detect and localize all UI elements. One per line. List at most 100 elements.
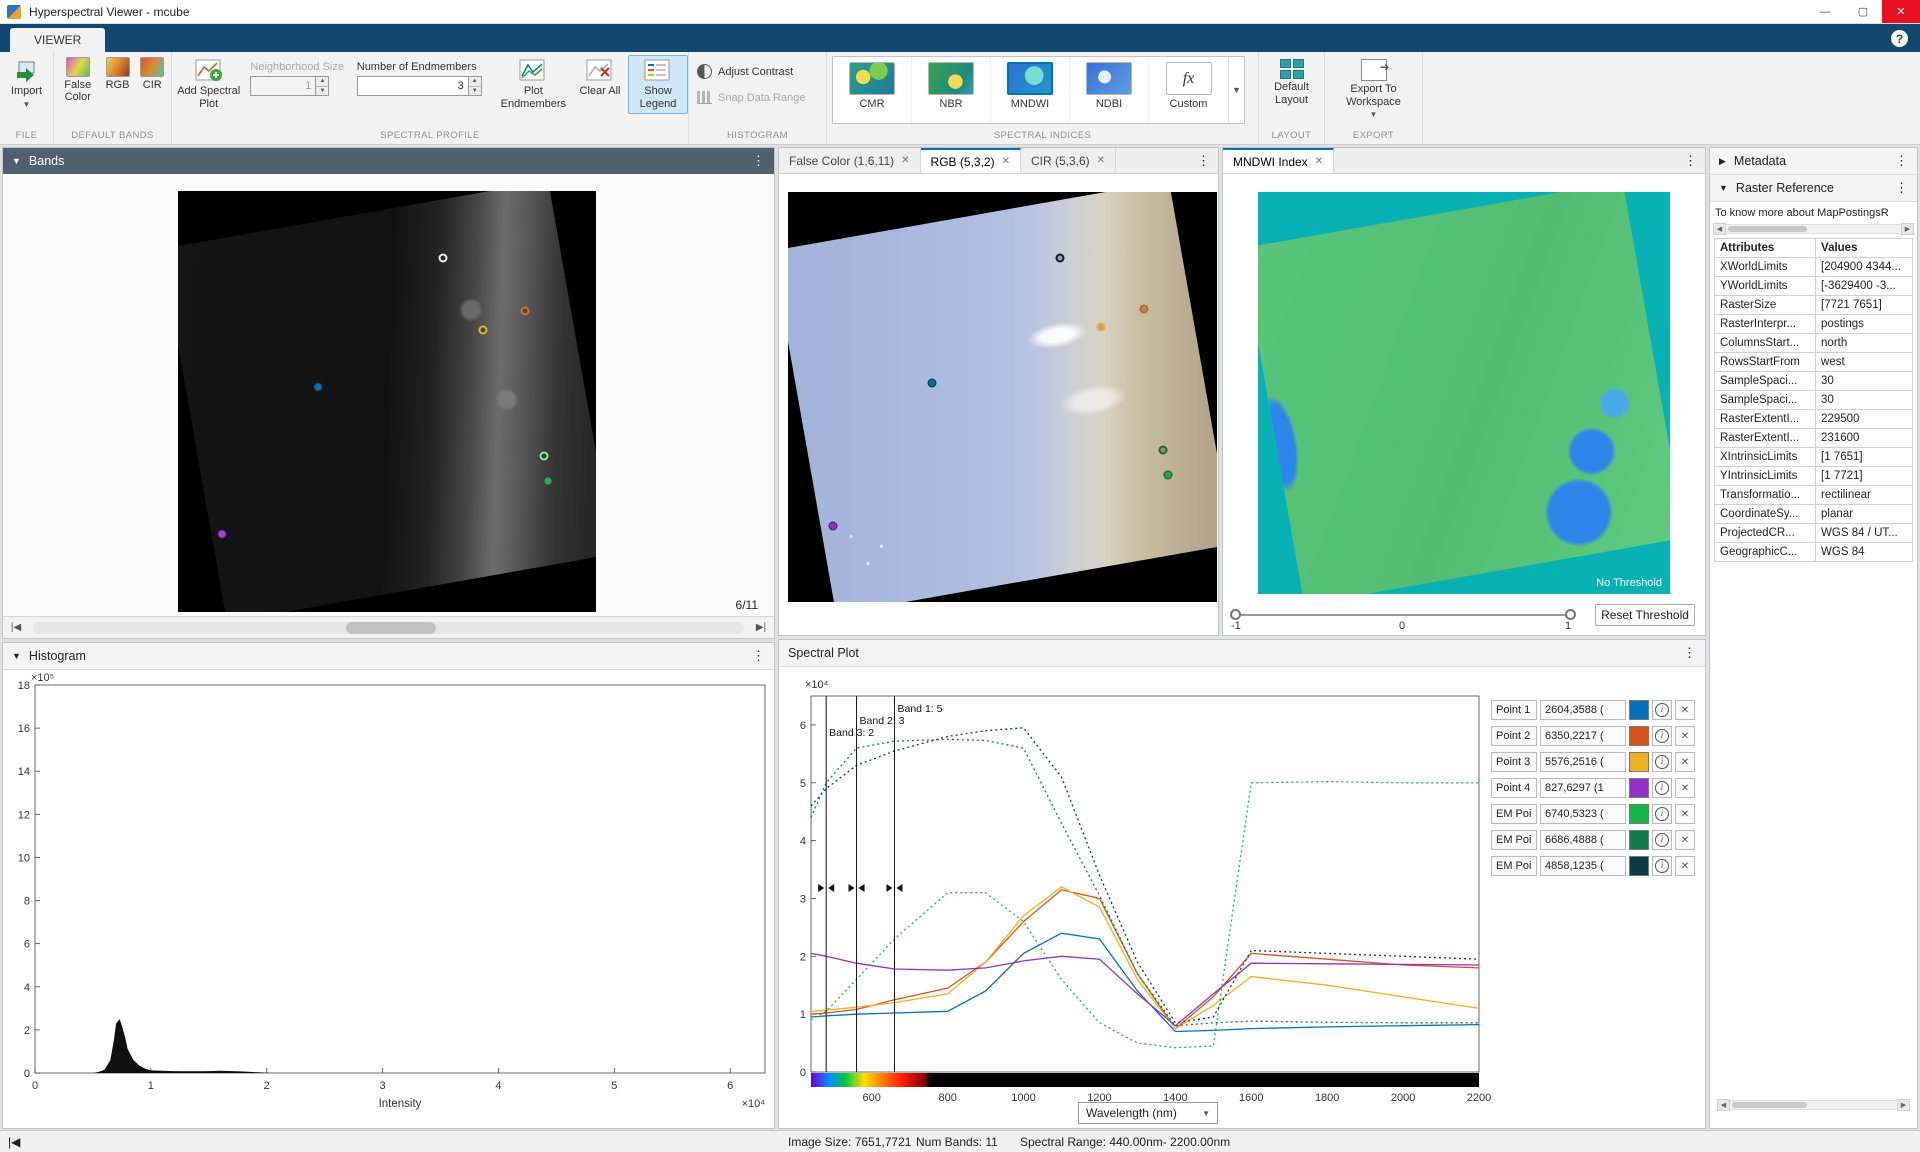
legend-color-swatch[interactable] bbox=[1629, 778, 1649, 798]
gallery-item-ndbi[interactable]: NDBI bbox=[1070, 57, 1149, 123]
raster-table-row[interactable]: RasterExtentI...229500 bbox=[1715, 410, 1913, 429]
legend-info-button[interactable]: i bbox=[1652, 700, 1672, 720]
rgb-button[interactable]: RGB bbox=[102, 55, 134, 93]
close-icon[interactable]: ✕ bbox=[1315, 156, 1323, 167]
raster-value-cell[interactable]: 231600 bbox=[1816, 429, 1913, 448]
image-point-marker[interactable] bbox=[1163, 470, 1172, 479]
table-horizontal-scrollbar[interactable]: ◀ ▶ bbox=[1717, 1098, 1910, 1111]
raster-attribute-cell[interactable]: RowsStartFrom bbox=[1715, 353, 1816, 372]
add-spectral-plot-button[interactable]: Add Spectral Plot bbox=[172, 55, 245, 114]
plot-endmembers-button[interactable]: Plot Endmembers bbox=[495, 55, 572, 114]
raster-value-cell[interactable]: WGS 84 / UT... bbox=[1816, 524, 1913, 543]
image-point-marker[interactable] bbox=[1159, 446, 1168, 455]
raster-attribute-cell[interactable]: GeographicC... bbox=[1715, 543, 1816, 562]
false-color-button[interactable]: False Color bbox=[57, 55, 99, 105]
raster-table-row[interactable]: RowsStartFromwest bbox=[1715, 353, 1913, 372]
gallery-item-custom[interactable]: fx Custom bbox=[1149, 57, 1228, 123]
raster-value-cell[interactable]: 229500 bbox=[1816, 410, 1913, 429]
legend-point-label[interactable]: EM Poi bbox=[1491, 804, 1537, 824]
neighborhood-size-stepper[interactable]: ▲▼ bbox=[250, 76, 346, 96]
legend-close-button[interactable]: ✕ bbox=[1675, 700, 1695, 720]
legend-close-button[interactable]: ✕ bbox=[1675, 804, 1695, 824]
image-point-marker[interactable] bbox=[927, 378, 936, 387]
raster-table-row[interactable]: SampleSpaci...30 bbox=[1715, 391, 1913, 410]
raster-value-cell[interactable]: [204900 4344... bbox=[1816, 258, 1913, 277]
legend-point-value[interactable]: 2604,3588 ( bbox=[1540, 700, 1626, 720]
legend-point-value[interactable]: 6350,2217 ( bbox=[1540, 726, 1626, 746]
image-point-marker[interactable] bbox=[520, 306, 529, 315]
kebab-menu-icon[interactable]: ⋮ bbox=[1684, 153, 1705, 169]
legend-color-swatch[interactable] bbox=[1629, 830, 1649, 850]
bands-image[interactable] bbox=[178, 191, 596, 612]
tab-viewer[interactable]: VIEWER bbox=[10, 28, 105, 52]
raster-table-row[interactable]: RasterSize[7721 7651] bbox=[1715, 296, 1913, 315]
info-horizontal-scrollbar[interactable]: ◀ ▶ bbox=[1713, 222, 1914, 235]
legend-color-swatch[interactable] bbox=[1629, 804, 1649, 824]
spin-up-icon[interactable]: ▲ bbox=[469, 77, 481, 87]
close-icon[interactable]: ✕ bbox=[1002, 156, 1010, 167]
raster-table-row[interactable]: GeographicC...WGS 84 bbox=[1715, 543, 1913, 562]
bands-panel-header[interactable]: ▼ Bands ⋮ bbox=[3, 148, 774, 174]
raster-table-row[interactable]: YIntrinsicLimits[1 7721] bbox=[1715, 467, 1913, 486]
raster-attribute-cell[interactable]: Transformatio... bbox=[1715, 486, 1816, 505]
raster-attribute-cell[interactable]: ColumnsStart... bbox=[1715, 334, 1816, 353]
raster-attribute-cell[interactable]: XWorldLimits bbox=[1715, 258, 1816, 277]
kebab-menu-icon[interactable]: ⋮ bbox=[752, 153, 765, 169]
raster-table-row[interactable]: RasterInterpr...postings bbox=[1715, 315, 1913, 334]
legend-info-button[interactable]: i bbox=[1652, 804, 1672, 824]
raster-reference-header[interactable]: ▼ Raster Reference ⋮ bbox=[1710, 175, 1917, 202]
raster-value-cell[interactable]: postings bbox=[1816, 315, 1913, 334]
last-band-button[interactable]: ▶| bbox=[748, 617, 774, 638]
tab-false-color[interactable]: False Color (1,6,11) ✕ bbox=[779, 148, 921, 173]
image-point-marker[interactable] bbox=[439, 254, 448, 263]
spectral-plot-header[interactable]: Spectral Plot ⋮ bbox=[779, 640, 1705, 667]
raster-value-cell[interactable]: WGS 84 bbox=[1816, 543, 1913, 562]
show-legend-button[interactable]: Show Legend bbox=[628, 55, 688, 114]
metadata-header[interactable]: ▶ Metadata ⋮ bbox=[1710, 148, 1917, 175]
band-scrollbar-thumb[interactable] bbox=[346, 622, 436, 634]
image-point-marker[interactable] bbox=[543, 477, 552, 486]
cir-button[interactable]: CIR bbox=[136, 55, 168, 93]
raster-value-cell[interactable]: [1 7721] bbox=[1816, 467, 1913, 486]
mndwi-image[interactable]: No Threshold bbox=[1258, 192, 1670, 594]
close-icon[interactable]: ✕ bbox=[1097, 155, 1105, 166]
maximize-button[interactable]: ▢ bbox=[1844, 0, 1882, 23]
scroll-right-icon[interactable]: ▶ bbox=[1901, 223, 1914, 235]
image-point-marker[interactable] bbox=[829, 522, 838, 531]
raster-table-row[interactable]: XIntrinsicLimits[1 7651] bbox=[1715, 448, 1913, 467]
legend-point-value[interactable]: 6740,5323 ( bbox=[1540, 804, 1626, 824]
collapse-icon[interactable]: ▼ bbox=[12, 651, 21, 661]
raster-attribute-cell[interactable]: CoordinateSy... bbox=[1715, 505, 1816, 524]
raster-attribute-cell[interactable]: ProjectedCR... bbox=[1715, 524, 1816, 543]
raster-table-row[interactable]: YWorldLimits[-3629400 -3... bbox=[1715, 277, 1913, 296]
legend-point-label[interactable]: EM Poi bbox=[1491, 830, 1537, 850]
import-button[interactable]: Import ▼ bbox=[8, 55, 45, 113]
num-endmembers-input[interactable] bbox=[357, 76, 469, 96]
clear-all-button[interactable]: Clear All bbox=[572, 55, 628, 102]
scrollbar-thumb[interactable] bbox=[1732, 1102, 1807, 1108]
legend-point-value[interactable]: 6686,4888 ( bbox=[1540, 830, 1626, 850]
kebab-menu-icon[interactable]: ⋮ bbox=[752, 648, 765, 664]
export-to-workspace-button[interactable]: Export To Workspace ▼ bbox=[1333, 55, 1415, 123]
help-icon[interactable]: ? bbox=[1891, 30, 1908, 47]
gallery-dropdown-button[interactable]: ▼ bbox=[1228, 57, 1244, 123]
neighborhood-size-spin-buttons[interactable]: ▲▼ bbox=[316, 76, 329, 96]
threshold-slider-handle-max[interactable] bbox=[1565, 609, 1576, 620]
legend-color-swatch[interactable] bbox=[1629, 856, 1649, 876]
collapse-icon[interactable]: ▼ bbox=[1719, 183, 1728, 193]
raster-attribute-cell[interactable]: RasterExtentI... bbox=[1715, 429, 1816, 448]
raster-table-row[interactable]: RasterExtentI...231600 bbox=[1715, 429, 1913, 448]
gallery-item-mndwi[interactable]: MNDWI bbox=[991, 57, 1070, 123]
tab-mndwi-index[interactable]: MNDWI Index ✕ bbox=[1223, 148, 1334, 173]
threshold-slider[interactable] bbox=[1235, 614, 1571, 616]
spin-down-icon[interactable]: ▼ bbox=[469, 87, 481, 96]
legend-close-button[interactable]: ✕ bbox=[1675, 856, 1695, 876]
raster-attribute-cell[interactable]: RasterSize bbox=[1715, 296, 1816, 315]
raster-attribute-cell[interactable]: RasterExtentI... bbox=[1715, 410, 1816, 429]
threshold-slider-handle-min[interactable] bbox=[1230, 609, 1241, 620]
band-scrollbar[interactable] bbox=[33, 622, 744, 634]
gallery-item-nbr[interactable]: NBR bbox=[912, 57, 991, 123]
close-button[interactable]: ✕ bbox=[1882, 0, 1920, 23]
image-point-marker[interactable] bbox=[1097, 323, 1106, 332]
image-point-marker[interactable] bbox=[1140, 304, 1149, 313]
